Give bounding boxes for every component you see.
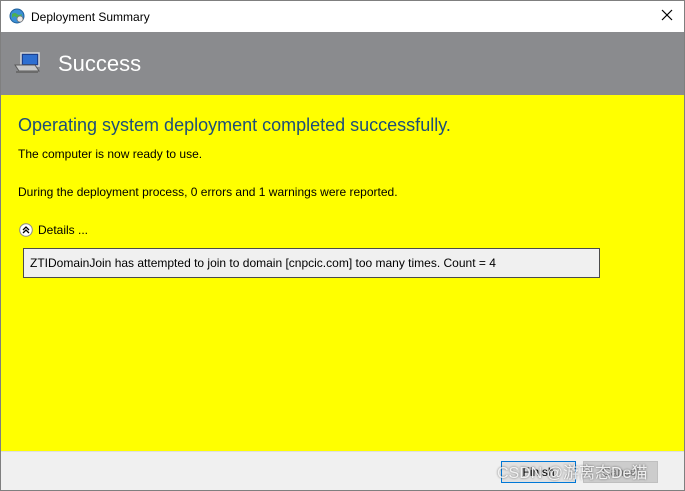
close-button[interactable] <box>650 1 684 32</box>
details-list: ZTIDomainJoin has attempted to join to d… <box>23 248 600 278</box>
title-bar: Deployment Summary <box>1 1 684 32</box>
result-heading: Operating system deployment completed su… <box>18 115 451 135</box>
globe-icon <box>9 8 25 24</box>
finish-button[interactable]: Finish <box>501 461 576 483</box>
cancel-button[interactable]: Cancel <box>583 461 658 483</box>
page-title: Success <box>58 51 142 76</box>
ready-message: The computer is now ready to use. <box>18 147 203 161</box>
computer-monitor-icon <box>13 51 43 77</box>
summary-content: Operating system deployment completed su… <box>1 95 684 451</box>
window-title: Deployment Summary <box>31 10 150 24</box>
details-toggle[interactable]: Details ... <box>19 222 88 238</box>
button-bar: Finish Cancel <box>1 451 684 490</box>
header-band: Success <box>1 32 684 95</box>
close-icon <box>661 8 673 26</box>
summary-message: During the deployment process, 0 errors … <box>18 185 398 199</box>
details-label: Details ... <box>38 223 89 237</box>
collapse-chevron-icon <box>19 223 33 237</box>
deployment-summary-window: Deployment Summary Success Operating sys… <box>0 0 685 491</box>
list-item: ZTIDomainJoin has attempted to join to d… <box>30 256 496 270</box>
